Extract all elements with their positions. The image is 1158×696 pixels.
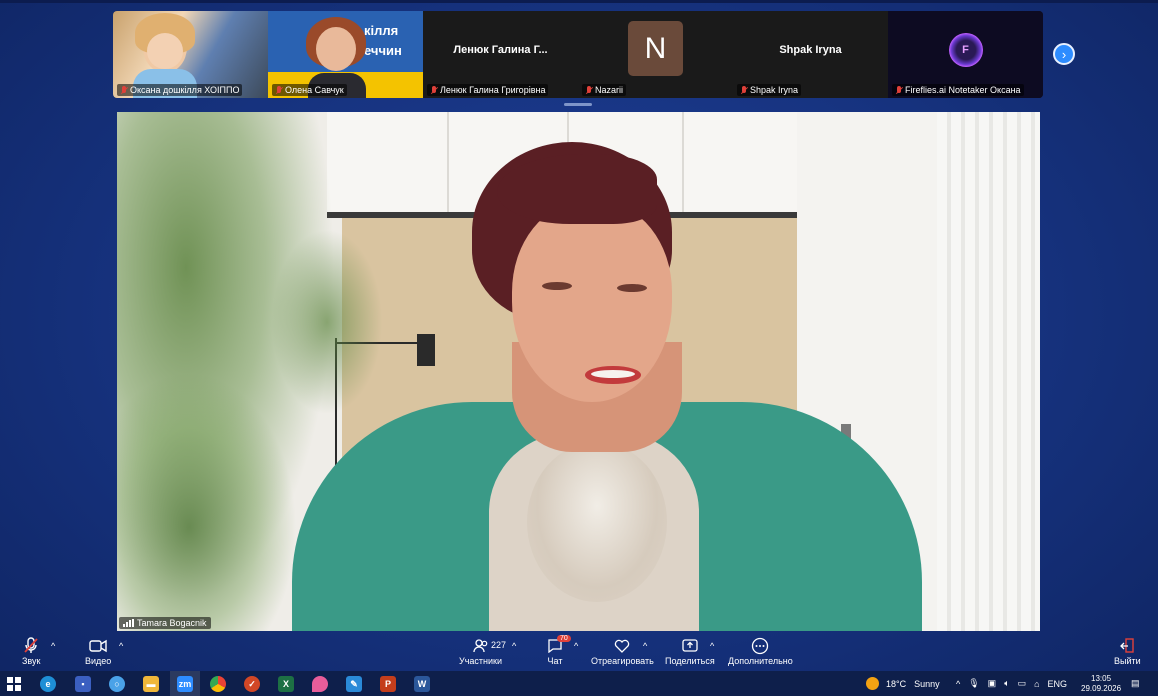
mic-muted-icon — [275, 85, 283, 95]
share-label: Поделиться — [665, 656, 715, 666]
share-button[interactable]: Поделиться — [665, 636, 715, 666]
weather-desc: Sunny — [914, 678, 940, 689]
zoom-app-icon[interactable]: zm — [177, 676, 193, 692]
more-options-icon — [751, 636, 769, 656]
strip-resize-handle[interactable] — [564, 103, 592, 106]
speaker-volume-icon[interactable]: 🔈︎ — [1004, 678, 1009, 689]
language-indicator[interactable]: ENG — [1048, 679, 1068, 689]
clock[interactable]: 13:05 29.09.2026 — [1081, 671, 1121, 696]
app-globe-icon[interactable]: ○ — [109, 676, 125, 692]
audio-options-caret-icon[interactable]: ^ — [51, 641, 55, 651]
excel-icon[interactable]: X — [278, 676, 294, 692]
participant-tile[interactable]: Ленюк Галина Г... Ленюк Галина Григорівн… — [423, 11, 578, 98]
app-red-icon[interactable]: ✓ — [244, 676, 260, 692]
participant-tile[interactable]: Shpak Iryna Shpak Iryna — [733, 11, 888, 98]
participant-display-name: Ленюк Галина Г... — [453, 43, 548, 56]
word-icon[interactable]: W — [414, 676, 430, 692]
fireflies-logo-icon: F — [948, 32, 983, 67]
mic-muted-icon — [23, 636, 39, 656]
share-screen-icon — [682, 636, 698, 656]
leave-button[interactable]: Выйти — [1114, 636, 1141, 666]
chat-options-caret-icon[interactable]: ^ — [574, 641, 578, 651]
mic-muted-icon — [120, 85, 128, 95]
more-button[interactable]: Дополнительно — [728, 636, 793, 666]
share-options-caret-icon[interactable]: ^ — [710, 641, 714, 651]
participant-name: Fireflies.ai Notetaker Оксана — [892, 84, 1024, 96]
participants-options-caret-icon[interactable]: ^ — [512, 641, 516, 651]
edge-browser-icon[interactable]: e — [40, 676, 56, 692]
chat-button[interactable]: 70 Чат — [547, 635, 571, 666]
participant-name: Nazarii — [582, 84, 627, 96]
participant-name: Оксана дошкілля ХОІППО — [117, 84, 243, 96]
participant-tile[interactable]: F Fireflies.ai Notetaker Оксана — [888, 11, 1043, 98]
mic-muted-icon — [740, 85, 748, 95]
sun-icon — [866, 677, 879, 690]
participant-tile[interactable]: N Nazarii — [578, 11, 733, 98]
chrome-browser-icon[interactable] — [210, 676, 226, 692]
leave-door-icon — [1119, 636, 1135, 656]
battery-icon[interactable]: ▭ — [1018, 678, 1027, 689]
video-button[interactable]: Видео — [85, 636, 111, 666]
window-top-edge — [0, 0, 1158, 3]
chat-label: Чат — [547, 656, 563, 666]
heart-icon — [614, 636, 630, 656]
participant-tile[interactable]: Оксана дошкілля ХОІППО — [113, 11, 268, 98]
video-label: Видео — [85, 656, 112, 666]
video-camera-icon — [89, 636, 107, 656]
powerpoint-icon[interactable]: P — [380, 676, 396, 692]
microphone-icon[interactable]: 🎙︎ — [968, 678, 979, 689]
mic-muted-icon — [895, 85, 903, 95]
speaker-name-label: Tamara Bogacnik — [119, 617, 211, 629]
next-page-button[interactable]: › — [1053, 43, 1075, 65]
notifications-icon[interactable]: ▤ — [1131, 671, 1140, 696]
clock-date: 29.09.2026 — [1081, 683, 1122, 693]
network-icon[interactable]: ⌂ — [1034, 679, 1039, 689]
app-drop-icon[interactable] — [312, 676, 328, 692]
leave-label: Выйти — [1114, 656, 1141, 666]
meeting-toolbar: Звук ^ Видео ^ Участники 227 ^ 70 Чат ^ … — [0, 633, 1158, 671]
chat-unread-badge: 70 — [557, 635, 571, 642]
weather-widget[interactable]: 18°C Sunny — [866, 671, 940, 696]
more-label: Дополнительно — [728, 656, 793, 666]
participant-name: Ленюк Галина Григорівна — [427, 84, 549, 96]
file-explorer-icon[interactable]: ▬ — [143, 676, 159, 692]
video-options-caret-icon[interactable]: ^ — [119, 641, 123, 651]
mic-muted-icon — [430, 85, 438, 95]
participants-label: Участники — [459, 656, 502, 666]
app-paint-icon[interactable]: ✎ — [346, 676, 362, 692]
participant-display-name: Shpak Iryna — [779, 43, 842, 56]
participant-name: Shpak Iryna — [737, 84, 802, 96]
participants-count: 227 — [491, 640, 507, 650]
windows-start-icon[interactable] — [6, 676, 22, 692]
react-options-caret-icon[interactable]: ^ — [643, 641, 647, 651]
chevron-right-icon: › — [1061, 46, 1067, 62]
windows-taskbar: e ▪ ○ ▬ zm ✓ X ✎ P W 18°C Sunny ^ 🎙︎ ▣ 🔈… — [0, 671, 1158, 696]
participant-name: Олена Савчук — [272, 84, 347, 96]
main-speaker-video: Tamara Bogacnik — [117, 112, 1040, 631]
mic-muted-icon — [585, 85, 593, 95]
react-label: Отреагировать — [591, 656, 654, 666]
system-tray: ^ 🎙︎ ▣ 🔈︎ ▭ ⌂ ENG — [956, 671, 1067, 696]
participants-strip: Оксана дошкілля ХОІППО кілля еччин Олена… — [113, 11, 1043, 98]
avatar: N — [628, 21, 683, 76]
save-disk-icon[interactable]: ▪ — [75, 676, 91, 692]
signal-strength-icon — [123, 619, 134, 627]
weather-temp: 18°C — [886, 678, 907, 689]
participants-icon — [472, 636, 489, 656]
participant-tile[interactable]: кілля еччин Олена Савчук — [268, 11, 423, 98]
audio-button[interactable]: Звук — [22, 636, 40, 666]
chat-icon: 70 — [547, 635, 571, 656]
tray-chevron-up-icon[interactable]: ^ — [956, 679, 960, 689]
audio-label: Звук — [22, 656, 41, 666]
clock-time: 13:05 — [1091, 673, 1112, 683]
tray-app-icon[interactable]: ▣ — [988, 678, 997, 689]
